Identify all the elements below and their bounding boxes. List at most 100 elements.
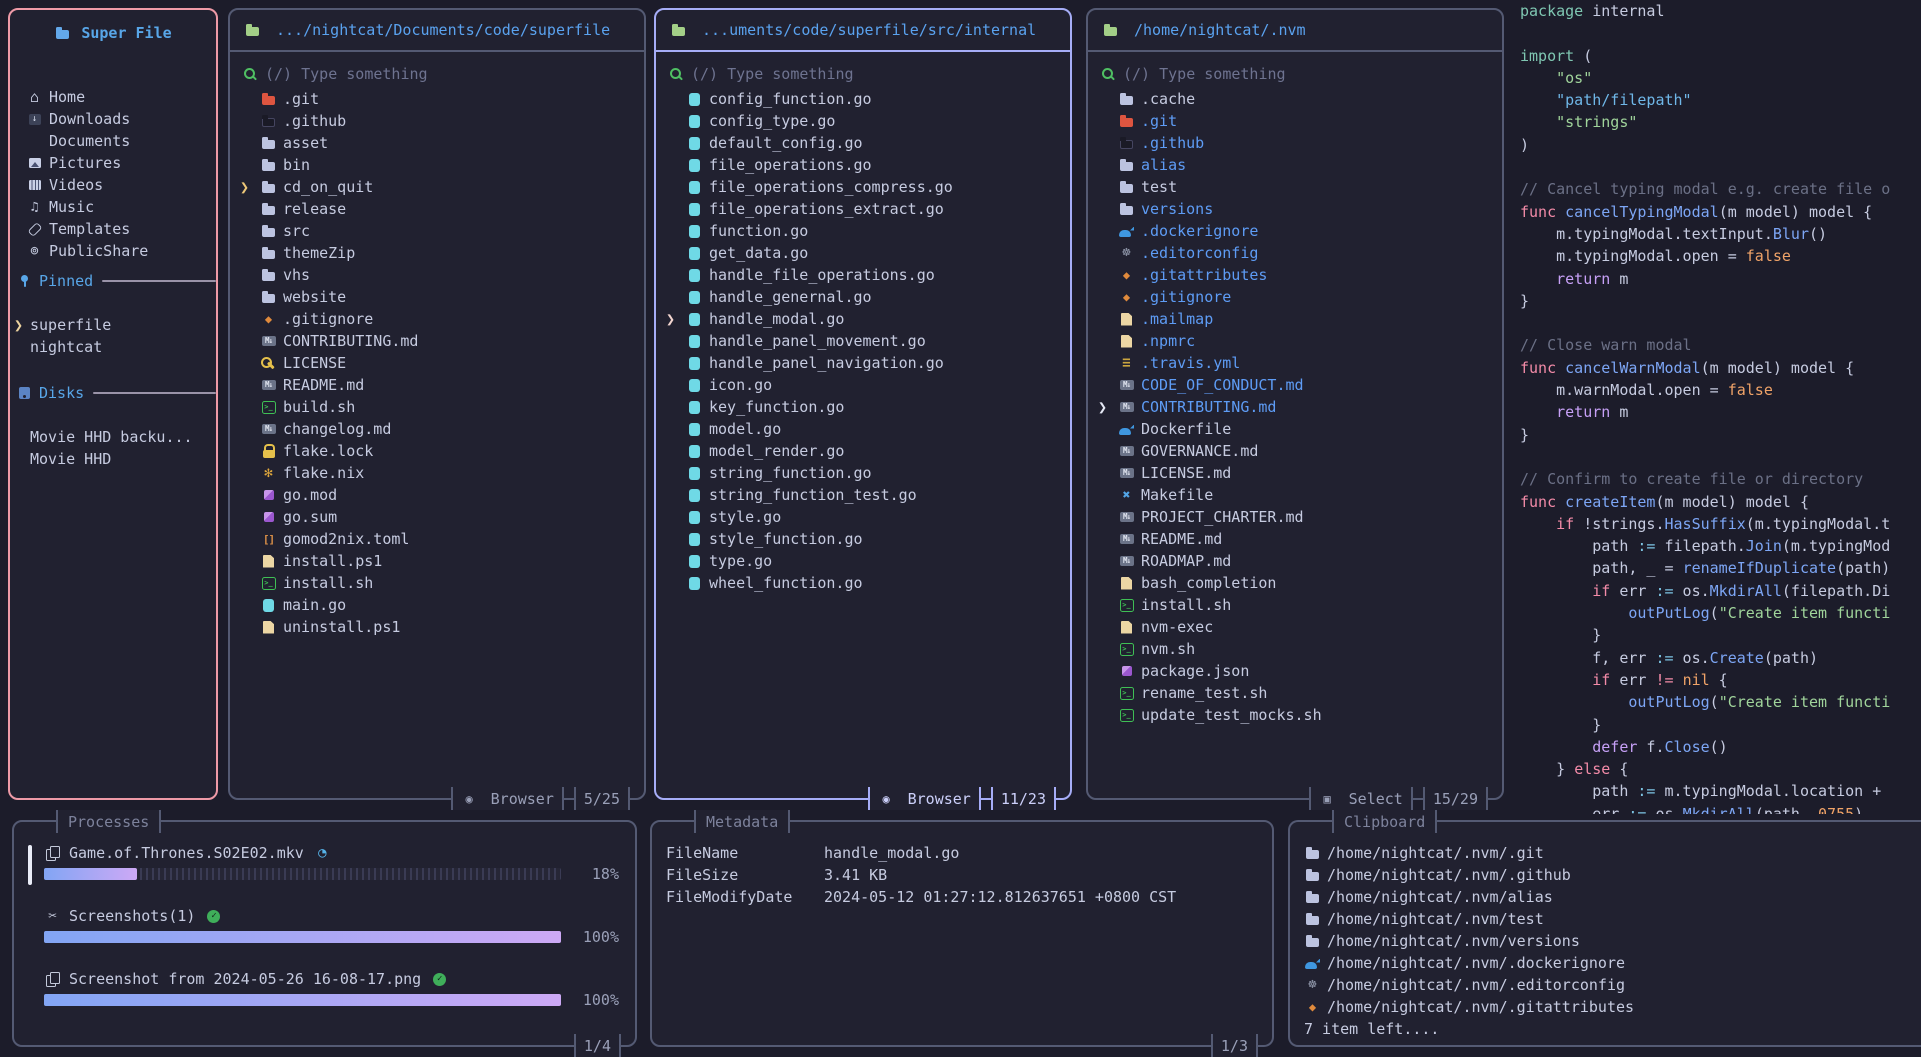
file-item[interactable]: file_operations_compress.go bbox=[656, 176, 1070, 198]
file-item[interactable]: alias bbox=[1088, 154, 1502, 176]
file-item[interactable]: nvm.sh bbox=[1088, 638, 1502, 660]
file-item[interactable]: install.sh bbox=[1088, 594, 1502, 616]
file-item[interactable]: style_function.go bbox=[656, 528, 1070, 550]
file-item[interactable]: handle_panel_navigation.go bbox=[656, 352, 1070, 374]
file-item[interactable]: changelog.md bbox=[230, 418, 644, 440]
file-item[interactable]: bash_completion bbox=[1088, 572, 1502, 594]
file-item[interactable]: .dockerignore bbox=[1088, 220, 1502, 242]
file-item[interactable]: Makefile bbox=[1088, 484, 1502, 506]
file-item[interactable]: update_test_mocks.sh bbox=[1088, 704, 1502, 726]
clipboard-panel: Clipboard /home/nightcat/.nvm/.git/home/… bbox=[1288, 820, 1921, 1047]
file-item[interactable]: config_function.go bbox=[656, 88, 1070, 110]
file-item[interactable]: versions bbox=[1088, 198, 1502, 220]
file-item[interactable]: src bbox=[230, 220, 644, 242]
process-item[interactable]: Game.of.Thrones.S02E02.mkv18% bbox=[30, 842, 619, 884]
panel-2-search[interactable]: (/) Type something bbox=[668, 62, 1060, 86]
file-item[interactable]: vhs bbox=[230, 264, 644, 286]
file-item[interactable]: main.go bbox=[230, 594, 644, 616]
file-item[interactable]: .mailmap bbox=[1088, 308, 1502, 330]
file-item[interactable]: .gitattributes bbox=[1088, 264, 1502, 286]
pinned-item[interactable]: nightcat bbox=[10, 336, 216, 358]
file-item[interactable]: test bbox=[1088, 176, 1502, 198]
file-item[interactable]: .github bbox=[230, 110, 644, 132]
file-item[interactable]: PROJECT_CHARTER.md bbox=[1088, 506, 1502, 528]
file-item[interactable]: .git bbox=[1088, 110, 1502, 132]
file-item[interactable]: bin bbox=[230, 154, 644, 176]
sidebar-item-publicshare[interactable]: PublicShare bbox=[10, 240, 216, 262]
file-item[interactable]: CODE_OF_CONDUCT.md bbox=[1088, 374, 1502, 396]
file-item[interactable]: .cache bbox=[1088, 88, 1502, 110]
file-item[interactable]: function.go bbox=[656, 220, 1070, 242]
file-item[interactable]: go.sum bbox=[230, 506, 644, 528]
file-item[interactable]: nvm-exec bbox=[1088, 616, 1502, 638]
disk-item[interactable]: Movie HHD backu... bbox=[10, 426, 216, 448]
file-item[interactable]: CONTRIBUTING.md bbox=[230, 330, 644, 352]
file-item[interactable]: ROADMAP.md bbox=[1088, 550, 1502, 572]
file-item[interactable]: handle_genernal.go bbox=[656, 286, 1070, 308]
sidebar-item-documents[interactable]: Documents bbox=[10, 130, 216, 152]
file-item[interactable]: release bbox=[230, 198, 644, 220]
file-item[interactable]: package.json bbox=[1088, 660, 1502, 682]
file-item[interactable]: flake.nix bbox=[230, 462, 644, 484]
file-item[interactable]: ❯handle_modal.go bbox=[656, 308, 1070, 330]
file-item[interactable]: handle_panel_movement.go bbox=[656, 330, 1070, 352]
disks-label: Disks bbox=[39, 384, 84, 402]
file-item[interactable]: .git bbox=[230, 88, 644, 110]
file-item[interactable]: gomod2nix.toml bbox=[230, 528, 644, 550]
file-item[interactable]: GOVERNANCE.md bbox=[1088, 440, 1502, 462]
pinned-item[interactable]: ❯superfile bbox=[10, 314, 216, 336]
file-item[interactable]: .travis.yml bbox=[1088, 352, 1502, 374]
file-item[interactable]: README.md bbox=[1088, 528, 1502, 550]
file-item[interactable]: wheel_function.go bbox=[656, 572, 1070, 594]
file-item[interactable]: string_function_test.go bbox=[656, 484, 1070, 506]
file-item[interactable]: website bbox=[230, 286, 644, 308]
file-item[interactable]: key_function.go bbox=[656, 396, 1070, 418]
file-item[interactable]: type.go bbox=[656, 550, 1070, 572]
file-item[interactable]: install.ps1 bbox=[230, 550, 644, 572]
file-item[interactable]: Dockerfile bbox=[1088, 418, 1502, 440]
file-item[interactable]: uninstall.ps1 bbox=[230, 616, 644, 638]
file-item[interactable]: icon.go bbox=[656, 374, 1070, 396]
file-item[interactable]: .npmrc bbox=[1088, 330, 1502, 352]
file-item[interactable]: rename_test.sh bbox=[1088, 682, 1502, 704]
panel-2-path: ...uments/code/superfile/src/internal bbox=[702, 21, 1036, 39]
process-item[interactable]: Screenshots(1)100% bbox=[30, 905, 619, 947]
file-item[interactable]: build.sh bbox=[230, 396, 644, 418]
file-item[interactable]: model_render.go bbox=[656, 440, 1070, 462]
file-item[interactable]: file_operations.go bbox=[656, 154, 1070, 176]
file-item[interactable]: config_type.go bbox=[656, 110, 1070, 132]
sidebar-item-templates[interactable]: Templates bbox=[10, 218, 216, 240]
file-item[interactable]: install.sh bbox=[230, 572, 644, 594]
panel-1-search[interactable]: (/) Type something bbox=[242, 62, 634, 86]
file-item[interactable]: get_data.go bbox=[656, 242, 1070, 264]
file-item[interactable]: .gitignore bbox=[230, 308, 644, 330]
process-item[interactable]: Screenshot from 2024-05-26 16-08-17.png1… bbox=[30, 968, 619, 1010]
sidebar-item-music[interactable]: Music bbox=[10, 196, 216, 218]
file-item[interactable]: handle_file_operations.go bbox=[656, 264, 1070, 286]
file-item[interactable]: ❯cd_on_quit bbox=[230, 176, 644, 198]
file-item[interactable]: file_operations_extract.go bbox=[656, 198, 1070, 220]
sidebar-item-home[interactable]: Home bbox=[10, 86, 216, 108]
file-name: .git bbox=[1141, 112, 1177, 130]
file-item[interactable]: .gitignore bbox=[1088, 286, 1502, 308]
file-item[interactable]: LICENSE bbox=[230, 352, 644, 374]
file-item[interactable]: model.go bbox=[656, 418, 1070, 440]
file-item[interactable]: default_config.go bbox=[656, 132, 1070, 154]
file-item[interactable]: style.go bbox=[656, 506, 1070, 528]
file-item[interactable]: LICENSE.md bbox=[1088, 462, 1502, 484]
file-item[interactable]: ❯CONTRIBUTING.md bbox=[1088, 396, 1502, 418]
file-item[interactable]: go.mod bbox=[230, 484, 644, 506]
file-item[interactable]: .github bbox=[1088, 132, 1502, 154]
disk-item[interactable]: Movie HHD bbox=[10, 448, 216, 470]
file-item[interactable]: asset bbox=[230, 132, 644, 154]
file-item[interactable]: string_function.go bbox=[656, 462, 1070, 484]
sidebar-item-downloads[interactable]: Downloads bbox=[10, 108, 216, 130]
sidebar-item-videos[interactable]: Videos bbox=[10, 174, 216, 196]
file-item[interactable]: .editorconfig bbox=[1088, 242, 1502, 264]
file-item[interactable]: themeZip bbox=[230, 242, 644, 264]
file-item[interactable]: README.md bbox=[230, 374, 644, 396]
panel-3-search[interactable]: (/) Type something bbox=[1100, 62, 1492, 86]
file-item[interactable]: flake.lock bbox=[230, 440, 644, 462]
file-name: style_function.go bbox=[709, 530, 863, 548]
sidebar-item-pictures[interactable]: Pictures bbox=[10, 152, 216, 174]
